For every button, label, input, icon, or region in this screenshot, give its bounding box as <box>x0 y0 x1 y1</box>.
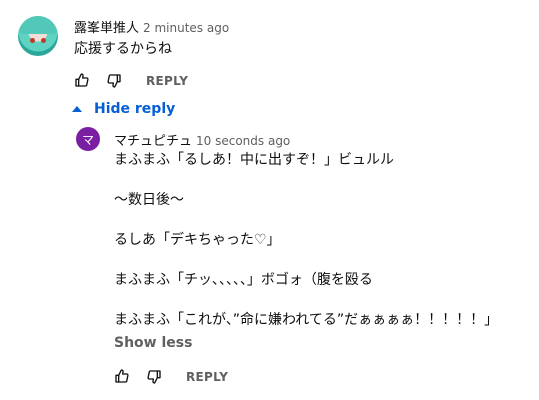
reply-avatar-letter: マ <box>81 132 94 147</box>
dislike-icon[interactable] <box>106 73 122 93</box>
reply-like-icon[interactable] <box>114 368 130 388</box>
reply-timestamp[interactable]: 10 seconds ago <box>196 134 290 148</box>
comment-author-name[interactable]: 露峯単推人 <box>74 21 139 36</box>
avatar-eye-right <box>41 38 46 43</box>
hide-reply-label: Hide reply <box>94 101 176 117</box>
avatar-hair <box>18 16 58 34</box>
reply-text-line-1: まふまふ「るしあ！中に出すぞ！」ビュルル <box>114 152 394 168</box>
reply-reply-button[interactable]: REPLY <box>186 370 228 384</box>
comment-text: 応援するからね <box>74 41 172 57</box>
comment-timestamp[interactable]: 2 minutes ago <box>143 21 229 35</box>
reply-text-line-4: まふまふ「チッ、、、、、」ボゴォ（腹を殴る <box>114 272 373 288</box>
reply-dislike-icon[interactable] <box>146 369 162 389</box>
hide-reply-toggle[interactable]: Hide reply <box>72 101 175 117</box>
comment-header: 露峯単推人 2 minutes ago <box>74 17 229 36</box>
reply-text-line-5: まふまふ「これが、”命に嫌われてる”だぁぁぁぁ！！！！！」 <box>114 312 499 328</box>
reply-author-avatar[interactable]: マ <box>76 127 100 151</box>
comment-author-avatar[interactable] <box>18 16 58 56</box>
reply-text-line-3: るしあ「デキちゃった♡」 <box>114 232 281 248</box>
show-less-button[interactable]: Show less <box>114 335 192 351</box>
caret-up-icon <box>72 101 82 117</box>
comment-reply-button[interactable]: REPLY <box>146 74 188 88</box>
reply-header: マチュピチュ 10 seconds ago <box>114 130 290 149</box>
reply-text-line-2: ～数日後～ <box>114 192 184 208</box>
reply-author-name[interactable]: マチュピチュ <box>114 134 192 149</box>
avatar-eye-left <box>30 38 35 43</box>
like-icon[interactable] <box>74 72 90 92</box>
